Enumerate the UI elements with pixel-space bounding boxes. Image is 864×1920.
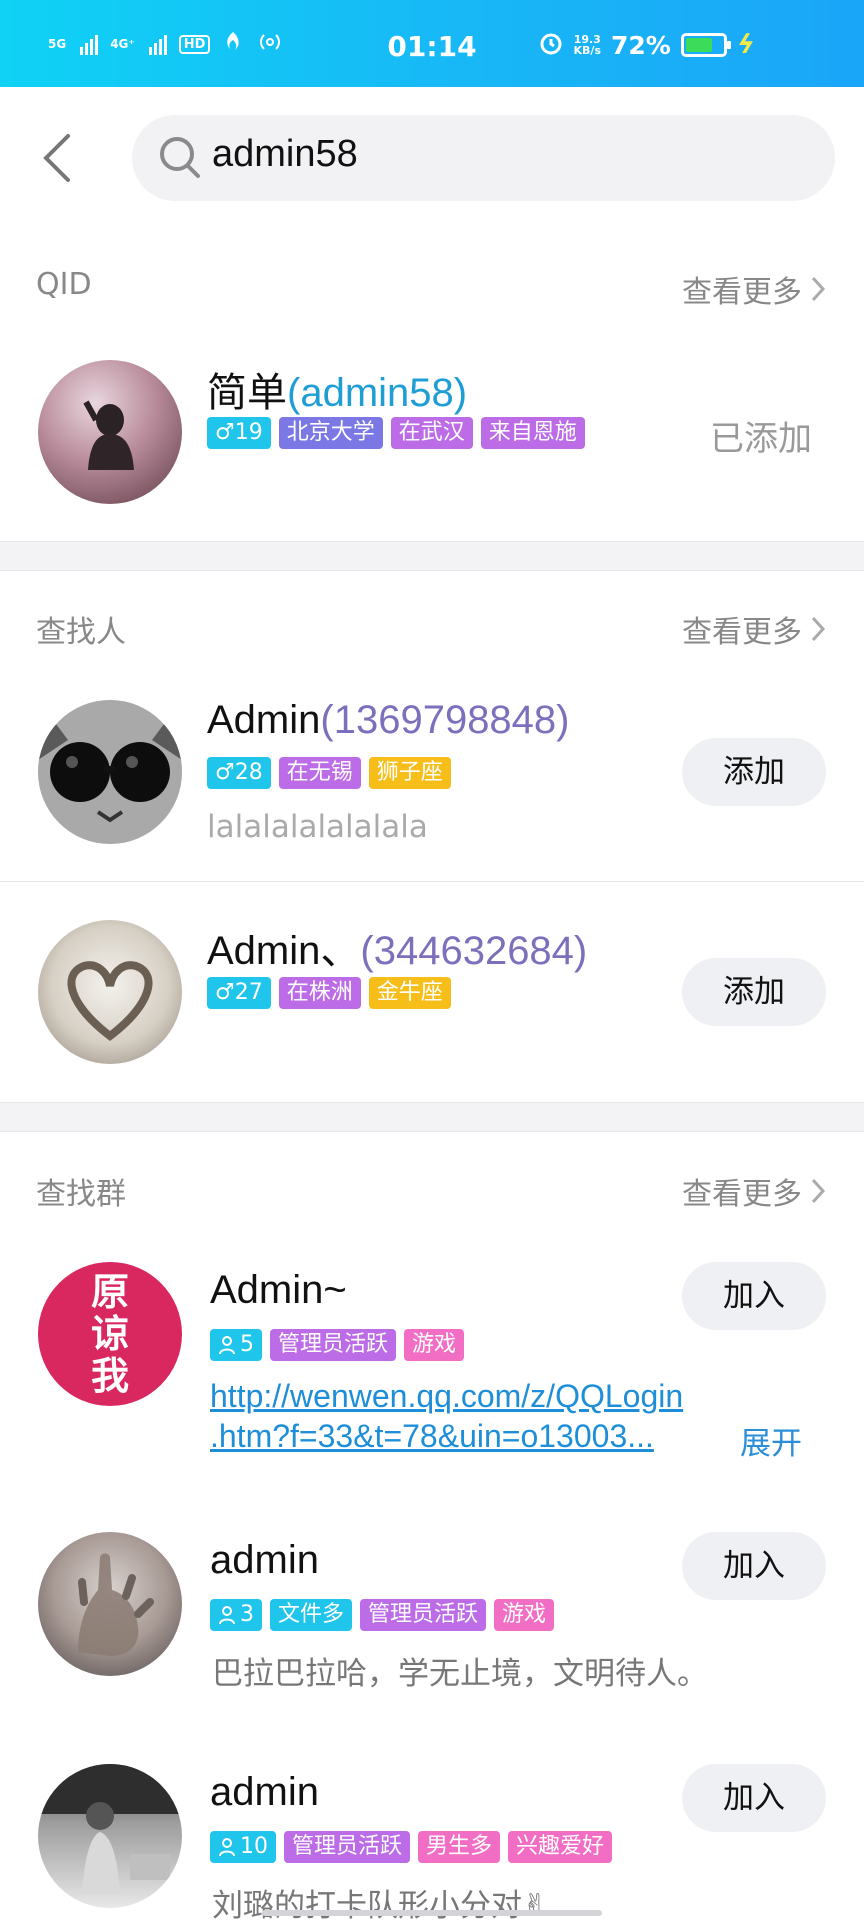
link-line: .htm?f=33&t=78&uin=o13003... (210, 1418, 654, 1454)
group-tag: 兴趣爱好 (508, 1831, 613, 1863)
contact-name: Admin(1369798848) (207, 698, 570, 743)
add-friend-button[interactable]: 添加 (682, 958, 826, 1026)
contact-nickname: Admin (207, 698, 321, 742)
contact-nickname: 简单 (207, 371, 287, 415)
see-more-groups[interactable]: 查看更多 (682, 1169, 826, 1213)
avatar (38, 1764, 182, 1908)
hometown-tag: 来自恩施 (480, 417, 585, 449)
section-divider (0, 1102, 864, 1132)
zodiac-tag: 金牛座 (368, 977, 451, 1009)
group-name: Admin~ (210, 1268, 347, 1312)
group-tag: 管理员活跃 (270, 1329, 397, 1361)
contact-id: (1369798848) (320, 698, 570, 742)
see-more-label: 查看更多 (682, 1177, 802, 1212)
section-header-groups: 查找群 查看更多 (0, 1157, 864, 1217)
section-header-qid: QID 查看更多 (0, 255, 864, 315)
see-more-label: 查看更多 (682, 615, 802, 650)
school-tag: 北京大学 (278, 417, 383, 449)
gender-age-tag: ♂28 (207, 757, 271, 789)
group-intro: 巴拉巴拉哈，学无止境，文明待人。 (212, 1656, 708, 1692)
chevron-right-icon (811, 276, 826, 302)
avatar-char: 谅 (90, 1312, 129, 1356)
contact-id: (344632684) (360, 929, 588, 973)
member-count-tag: 10 (210, 1831, 276, 1863)
zodiac-tag: 狮子座 (368, 757, 451, 789)
group-tag: 文件多 (270, 1599, 353, 1631)
status-bar: 5G 4G⁺ HD 01:14 19.3 KB/s 72% ϟ (0, 0, 864, 87)
join-group-button[interactable]: 加入 (682, 1532, 826, 1600)
tag-row: 3 文件多 管理员活跃 游戏 (210, 1599, 555, 1631)
tag-row: ♂28 在无锡 狮子座 (207, 757, 451, 789)
member-count-tag: 5 (210, 1329, 262, 1361)
battery-icon (680, 33, 731, 57)
section-divider (0, 541, 864, 571)
member-icon (219, 1606, 235, 1625)
section-title-qid: QID (36, 267, 92, 302)
group-name: admin (210, 1770, 319, 1814)
contact-id: (admin58) (287, 371, 468, 415)
status-right: 19.3 KB/s 72% ϟ (538, 30, 758, 60)
chevron-right-icon (811, 1178, 826, 1204)
gender-age-tag: ♂27 (207, 977, 271, 1009)
net-speed-unit: KB/s (573, 44, 601, 57)
location-tag: 在武汉 (390, 417, 473, 449)
search-bar[interactable]: admin58 (132, 115, 835, 201)
avatar (38, 360, 182, 504)
avatar: 原 谅 我 (38, 1262, 182, 1406)
tag-row: ♂19 北京大学 在武汉 来自恩施 (207, 417, 585, 449)
avatar-char: 我 (90, 1354, 129, 1398)
battery-percent: 72% (611, 30, 671, 60)
signature-text: lalalalalalalala (207, 809, 428, 845)
avatar (38, 700, 182, 844)
net-speed: 19.3 KB/s (574, 34, 601, 56)
added-status: 已添加 (710, 419, 812, 459)
avatar (38, 1532, 182, 1676)
avatar (38, 920, 182, 1064)
contact-nickname: Admin、 (207, 929, 361, 973)
join-group-button[interactable]: 加入 (682, 1262, 826, 1330)
member-count: 5 (240, 1332, 254, 1357)
search-input[interactable]: admin58 (212, 133, 358, 176)
contact-name: Admin、(344632684) (207, 918, 587, 976)
section-header-people: 查找人 查看更多 (0, 595, 864, 655)
section-title-people: 查找人 (36, 615, 126, 650)
contact-name: 简单(admin58) (207, 360, 467, 418)
avatar-char: 原 (90, 1270, 129, 1314)
see-more-qid[interactable]: 查看更多 (682, 267, 826, 311)
location-tag: 在无锡 (278, 757, 361, 789)
member-count-tag: 3 (210, 1599, 262, 1631)
member-count: 10 (240, 1834, 268, 1859)
group-tag: 游戏 (404, 1329, 465, 1361)
location-tag: 在株洲 (278, 977, 361, 1009)
tag-row: 5 管理员活跃 游戏 (210, 1329, 465, 1361)
expand-button[interactable]: 展开 (740, 1418, 802, 1463)
alarm-icon (538, 30, 564, 60)
member-count: 3 (240, 1602, 254, 1627)
link-line: http://wenwen.qq.com/z/QQLogin (210, 1378, 684, 1414)
add-friend-button[interactable]: 添加 (682, 738, 826, 806)
group-name: admin (210, 1538, 319, 1582)
tag-row: 10 管理员活跃 男生多 兴趣爱好 (210, 1831, 613, 1863)
member-icon (219, 1336, 235, 1355)
member-icon (219, 1838, 235, 1857)
group-intro-link[interactable]: http://wenwen.qq.com/z/QQLogin .htm?f=33… (210, 1376, 770, 1456)
see-more-people[interactable]: 查看更多 (682, 607, 826, 651)
chevron-right-icon (811, 616, 826, 642)
join-group-button[interactable]: 加入 (682, 1764, 826, 1832)
search-icon (158, 135, 202, 183)
see-more-label: 查看更多 (682, 275, 802, 310)
home-indicator[interactable] (262, 1910, 602, 1916)
group-tag: 管理员活跃 (360, 1599, 487, 1631)
back-arrow-icon[interactable] (38, 128, 78, 188)
group-tag: 男生多 (418, 1831, 501, 1863)
gender-age-tag: ♂19 (207, 417, 271, 449)
section-title-groups: 查找群 (36, 1177, 126, 1212)
row-divider (0, 881, 864, 882)
group-tag: 管理员活跃 (284, 1831, 411, 1863)
tag-row: ♂27 在株洲 金牛座 (207, 977, 451, 1009)
group-tag: 游戏 (494, 1599, 555, 1631)
